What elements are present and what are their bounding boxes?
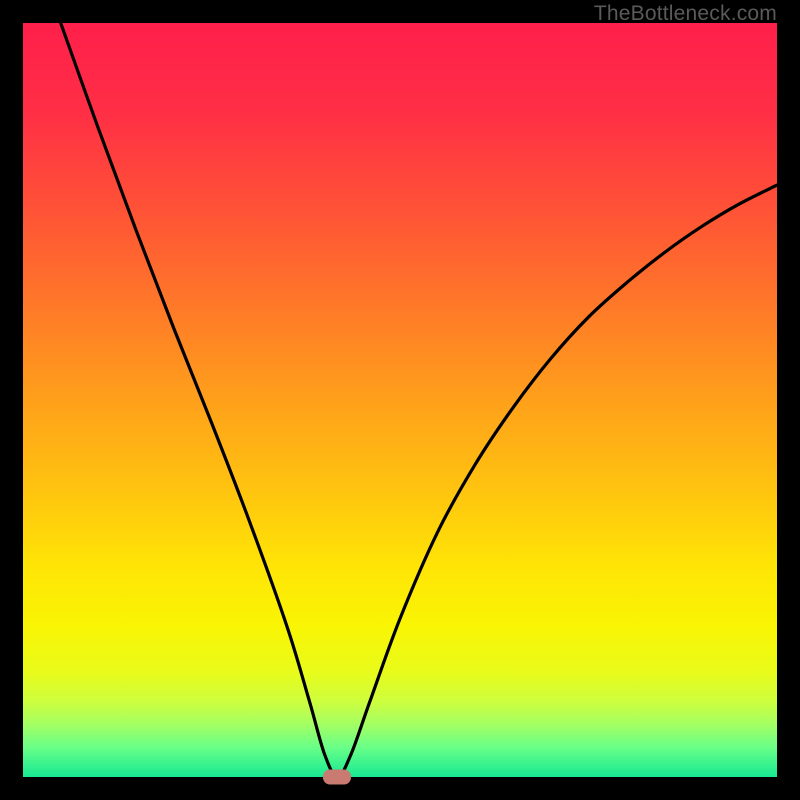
watermark-text: TheBottleneck.com bbox=[594, 2, 777, 26]
plot-area bbox=[23, 23, 777, 777]
optimum-marker bbox=[323, 770, 351, 785]
chart-frame: TheBottleneck.com bbox=[0, 0, 800, 800]
chart-svg bbox=[23, 23, 777, 777]
gradient-background bbox=[23, 23, 777, 777]
